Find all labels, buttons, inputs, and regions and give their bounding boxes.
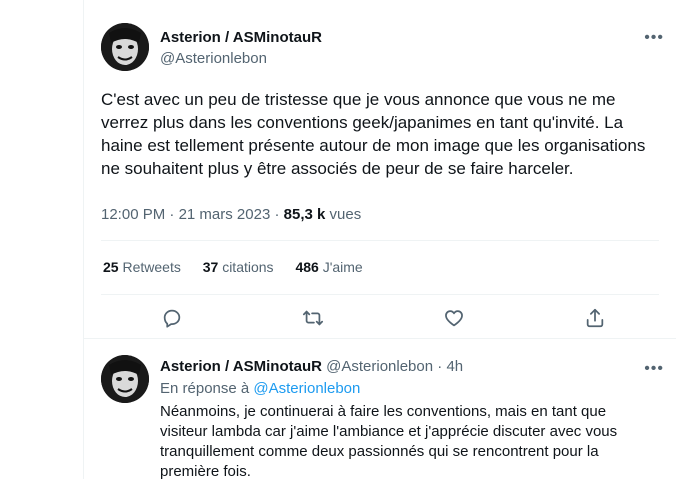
- in-reply-to: En réponse à @Asterionlebon: [160, 380, 360, 397]
- engagement-stats: 25 Retweets 37 citations 486 J'aime: [103, 259, 381, 275]
- tweet-date[interactable]: 21 mars 2023: [179, 206, 271, 223]
- author-name[interactable]: Asterion / ASMinotauR: [160, 29, 322, 46]
- retweets-count: 25: [103, 259, 119, 275]
- reply-tweet[interactable]: Asterion / ASMinotauR @Asterionlebon · 4…: [84, 338, 676, 480]
- main-tweet: Asterion / ASMinotauR @Asterionlebon •••…: [84, 0, 676, 338]
- quotes-label: citations: [222, 259, 274, 275]
- divider: [101, 294, 659, 295]
- author-handle[interactable]: @Asterionlebon: [160, 50, 267, 67]
- meta-separator: ·: [437, 358, 443, 375]
- more-dots-icon[interactable]: •••: [644, 361, 664, 377]
- likes-stat[interactable]: 486 J'aime: [295, 259, 362, 275]
- more-dots-icon[interactable]: •••: [644, 30, 664, 46]
- views-count: 85,3 k: [283, 206, 326, 223]
- share-icon[interactable]: [584, 307, 608, 331]
- meta-separator: ·: [169, 206, 179, 223]
- reply-author-handle[interactable]: @Asterionlebon: [326, 358, 433, 375]
- meta-separator: ·: [274, 206, 284, 223]
- quotes-count: 37: [202, 259, 219, 275]
- retweet-icon[interactable]: [302, 307, 326, 331]
- views-label: vues: [329, 206, 362, 223]
- tweet-text: C'est avec un peu de tristesse que je vo…: [101, 90, 646, 178]
- divider: [101, 240, 659, 241]
- likes-label: J'aime: [322, 259, 363, 275]
- in-reply-handle-link[interactable]: @Asterionlebon: [253, 380, 360, 397]
- reply-icon[interactable]: [161, 307, 185, 331]
- retweets-stat[interactable]: 25 Retweets: [103, 259, 181, 275]
- tweet-meta: 12:00 PM · 21 mars 2023 · 85,3 k vues: [101, 206, 361, 223]
- avatar[interactable]: [101, 355, 149, 403]
- tweet-time[interactable]: 12:00 PM: [101, 206, 165, 223]
- reply-time[interactable]: 4h: [446, 358, 463, 375]
- reply-text: Néanmoins, je continuerai à faire les co…: [160, 403, 618, 480]
- quotes-stat[interactable]: 37 citations: [203, 259, 274, 275]
- in-reply-prefix: En réponse à: [160, 380, 250, 397]
- reply-author-name[interactable]: Asterion / ASMinotauR: [160, 358, 322, 375]
- retweets-label: Retweets: [122, 259, 181, 275]
- avatar[interactable]: [101, 23, 149, 71]
- like-icon[interactable]: [443, 307, 467, 331]
- reply-header: Asterion / ASMinotauR @Asterionlebon · 4…: [160, 358, 463, 375]
- likes-count: 486: [295, 259, 319, 275]
- action-bar: [101, 300, 659, 338]
